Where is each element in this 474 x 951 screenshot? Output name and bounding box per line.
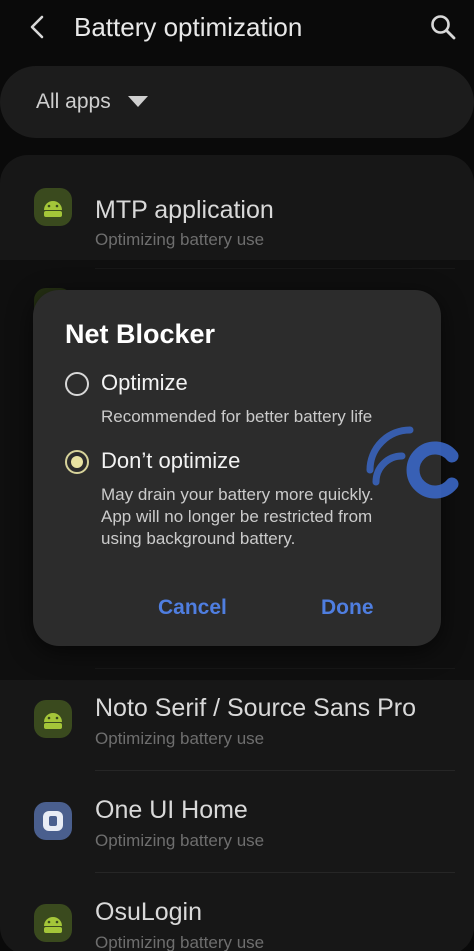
android-icon <box>34 904 72 942</box>
radio-button-selected[interactable] <box>65 450 89 474</box>
app-name: MTP application <box>95 196 274 224</box>
app-name: Noto Serif / Source Sans Pro <box>95 694 416 722</box>
radio-button-unselected[interactable] <box>65 372 89 396</box>
oneui-home-icon <box>34 802 72 840</box>
android-icon <box>34 700 72 738</box>
option-label: Optimize <box>101 370 188 395</box>
back-button[interactable] <box>22 10 52 44</box>
option-label: Don’t optimize <box>101 448 241 473</box>
option-optimize[interactable]: Optimize <box>65 366 425 406</box>
chevron-left-icon <box>30 15 44 39</box>
dialog-title: Net Blocker <box>65 319 216 349</box>
watermark-logo-icon <box>366 426 459 499</box>
divider <box>95 872 455 873</box>
app-status: Optimizing battery use <box>95 831 265 850</box>
app-filter-dropdown[interactable]: All apps <box>0 66 474 138</box>
filter-label: All apps <box>36 90 111 113</box>
screen: Battery optimization All apps MTP applic… <box>0 0 474 951</box>
app-bar: Battery optimization <box>0 0 474 56</box>
app-name: OsuLogin <box>95 898 203 926</box>
list-item[interactable]: MTP application Optimizing battery use <box>0 171 474 267</box>
app-name: One UI Home <box>95 796 248 824</box>
list-item[interactable]: Noto Serif / Source Sans Pro Optimizing … <box>0 675 474 771</box>
list-item[interactable]: OsuLogin Optimizing battery use <box>0 879 474 951</box>
app-status: Optimizing battery use <box>95 933 265 951</box>
done-button[interactable]: Done <box>321 594 374 622</box>
app-status: Optimizing battery use <box>95 230 265 249</box>
search-icon <box>431 15 456 40</box>
divider <box>95 770 455 771</box>
caret-down-icon <box>128 96 148 107</box>
cancel-button[interactable]: Cancel <box>158 594 227 622</box>
list-item[interactable]: One UI Home Optimizing battery use <box>0 777 474 873</box>
app-status: Optimizing battery use <box>95 729 265 748</box>
search-button[interactable] <box>426 10 460 44</box>
page-title: Battery optimization <box>74 12 303 42</box>
android-icon <box>34 188 72 226</box>
